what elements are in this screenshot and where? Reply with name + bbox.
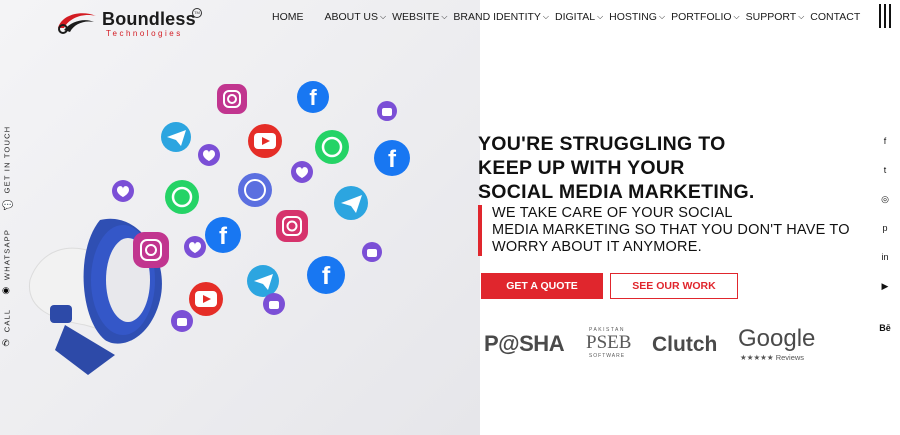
headline-line: KEEP UP WITH YOUR xyxy=(478,157,685,179)
youtube-icon xyxy=(189,282,223,316)
pasha-logo: P@SHA xyxy=(484,331,565,356)
heart-icon xyxy=(291,161,313,183)
svg-text:f: f xyxy=(309,85,317,110)
nav-item-support[interactable]: SUPPORT ⌵ xyxy=(746,11,805,23)
heart-icon xyxy=(198,144,220,166)
nav-label: HOSTING xyxy=(609,11,657,23)
see-our-work-button[interactable]: SEE OUR WORK xyxy=(610,273,738,299)
logo-tagline: Technologies xyxy=(106,29,183,38)
instagram-icon xyxy=(133,232,169,268)
svg-text:f: f xyxy=(219,223,228,250)
logo-trademark: TM xyxy=(192,8,202,18)
nav-item-digital[interactable]: DIGITAL ⌵ xyxy=(555,11,603,23)
telegram-icon xyxy=(161,122,191,152)
chevron-down-icon: ⌵ xyxy=(597,12,604,21)
twitter-icon[interactable]: t xyxy=(873,162,897,178)
pseb-mid-text: PSEB xyxy=(586,332,632,353)
menu-bar xyxy=(889,4,891,28)
nav-item-about-us[interactable]: ABOUT US ⌵ xyxy=(325,11,387,23)
get-a-quote-button[interactable]: GET A QUOTE xyxy=(481,273,603,299)
like-icon xyxy=(263,293,285,315)
nav-label: CONTACT xyxy=(810,11,861,23)
google-logo: Google xyxy=(738,325,816,352)
logo-name: Boundless xyxy=(102,9,196,29)
whatsapp-icon xyxy=(165,180,199,214)
nav-item-website[interactable]: WEBSITE ⌵ xyxy=(392,11,447,23)
subheading-line: MEDIA MARKETING SO THAT YOU DON'T HAVE T… xyxy=(492,222,850,238)
facebook-icon: f xyxy=(374,140,410,176)
facebook-icon: f xyxy=(307,256,345,294)
chevron-down-icon: ⌵ xyxy=(542,12,549,21)
linkedin-icon[interactable]: in xyxy=(873,249,897,265)
headline-line: YOU'RE STRUGGLING TO xyxy=(478,133,726,155)
chevron-down-icon: ⌵ xyxy=(798,12,805,21)
nav-label: PORTFOLIO xyxy=(671,11,732,23)
nav-label: DIGITAL xyxy=(555,11,596,23)
instagram-icon xyxy=(217,84,247,114)
menu-bar xyxy=(884,4,886,28)
chevron-down-icon: ⌵ xyxy=(733,12,740,21)
like-icon xyxy=(362,242,382,262)
pseb-logo: PAKISTAN PSEB SOFTWARE xyxy=(586,327,632,359)
menu-bar xyxy=(879,4,881,28)
pseb-bottom-text: SOFTWARE xyxy=(588,353,626,359)
nav-label: BRAND IDENTITY xyxy=(453,11,541,23)
phone-icon: ✆ xyxy=(2,338,10,348)
whatsapp-icon xyxy=(315,130,349,164)
subheading-line: WE TAKE CARE OF YOUR SOCIAL xyxy=(492,205,733,221)
svg-text:f: f xyxy=(388,146,397,173)
youtube-icon xyxy=(248,124,282,158)
partner-logos: P@SHA PAKISTAN PSEB SOFTWARE Clutch Goog… xyxy=(482,325,822,365)
hero-illustration: f f f f xyxy=(29,81,410,375)
pinterest-icon[interactable]: p xyxy=(873,220,897,236)
like-icon xyxy=(171,310,193,332)
facebook-icon[interactable]: f xyxy=(873,133,897,149)
google-reviews-text: ★★★★★ Reviews xyxy=(740,353,805,362)
logo-swoosh-icon xyxy=(58,13,96,34)
youtube-icon[interactable]: ▶ xyxy=(873,278,897,294)
telegram-icon xyxy=(247,265,279,297)
nav-label: ABOUT US xyxy=(324,11,378,23)
instagram-icon[interactable]: ◎ xyxy=(873,191,897,207)
nav-item-portfolio[interactable]: PORTFOLIO ⌵ xyxy=(671,11,740,23)
instagram-icon xyxy=(276,210,308,242)
hero-subheading: WE TAKE CARE OF YOUR SOCIAL MEDIA MARKET… xyxy=(478,205,862,256)
nav-label: SUPPORT xyxy=(745,11,797,23)
subheading-line: WORRY ABOUT IT ANYMORE. xyxy=(492,239,702,255)
chevron-down-icon: ⌵ xyxy=(658,12,666,21)
nav-item-contact[interactable]: CONTACT xyxy=(810,11,860,23)
hero-headline: YOU'RE STRUGGLING TO KEEP UP WITH YOUR S… xyxy=(478,132,818,204)
clutch-logo: Clutch xyxy=(652,333,718,356)
nav-label: HOME xyxy=(272,11,304,23)
messenger-icon xyxy=(238,173,272,207)
like-icon xyxy=(377,101,397,121)
svg-text:f: f xyxy=(322,262,331,290)
nav-label: WEBSITE xyxy=(392,11,440,23)
headline-line: SOCIAL MEDIA MARKETING. xyxy=(478,181,755,203)
heart-icon xyxy=(112,180,134,202)
logo[interactable]: Boundless TM Technologies xyxy=(52,8,202,38)
chevron-down-icon: ⌵ xyxy=(379,12,387,21)
main-nav: HOME ABOUT US ⌵ WEBSITE ⌵ BRAND IDENTITY ⌵ … xyxy=(272,11,860,23)
nav-item-hosting[interactable]: HOSTING ⌵ xyxy=(609,11,665,23)
page: Boundless TM Technologies HOME ABOUT US ⌵… xyxy=(0,0,900,435)
heart-icon xyxy=(184,236,206,258)
facebook-icon: f xyxy=(205,217,241,253)
whatsapp-icon: ◉ xyxy=(2,285,10,295)
behance-icon[interactable]: Bē xyxy=(873,320,897,336)
chevron-down-icon: ⌵ xyxy=(441,12,448,21)
facebook-icon: f xyxy=(297,81,329,113)
telegram-icon xyxy=(334,186,368,220)
nav-item-home[interactable]: HOME xyxy=(272,11,304,23)
nav-item-brand-identity[interactable]: BRAND IDENTITY ⌵ xyxy=(453,11,549,23)
menu-toggle-button[interactable] xyxy=(878,4,892,28)
